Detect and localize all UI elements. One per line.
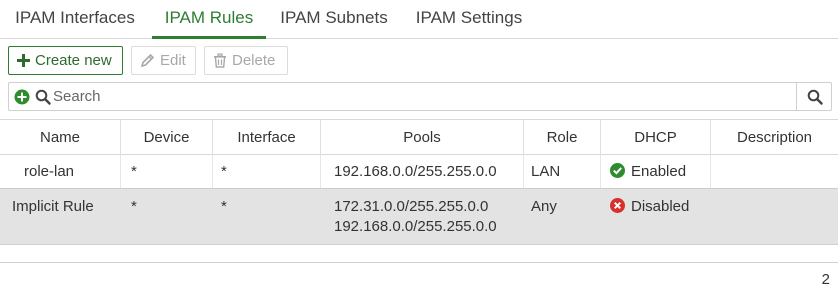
column-header-description[interactable]: Description: [711, 120, 838, 155]
column-header-dhcp[interactable]: DHCP: [601, 120, 711, 155]
pool-entry: 192.168.0.0/255.255.0.0: [334, 218, 497, 235]
tab-ipam-interfaces[interactable]: IPAM Interfaces: [8, 0, 142, 39]
add-filter-icon[interactable]: [14, 89, 30, 105]
column-header-interface[interactable]: Interface: [213, 120, 321, 155]
pool-entry: 172.31.0.0/255.255.0.0: [334, 198, 489, 215]
delete-label: Delete: [232, 52, 276, 69]
table-row[interactable]: role-lan * * 192.168.0.0/255.255.0.0 LAN…: [0, 155, 838, 189]
table-row[interactable]: Implicit Rule * * 172.31.0.0/255.255.0.0…: [0, 189, 838, 245]
cell-name: role-lan: [0, 155, 121, 188]
plus-icon: [17, 53, 30, 67]
cell-description: [711, 189, 838, 197]
column-header-role[interactable]: Role: [524, 120, 601, 155]
column-header-device[interactable]: Device: [121, 120, 213, 155]
tab-ipam-subnets[interactable]: IPAM Subnets: [276, 0, 392, 39]
edit-label: Edit: [160, 52, 186, 69]
cell-name: Implicit Rule: [12, 198, 94, 215]
row-count: 2: [821, 271, 830, 288]
search-input[interactable]: [53, 85, 793, 108]
pencil-icon: [140, 53, 155, 67]
cell-dhcp: Enabled: [601, 155, 711, 188]
cell-description: [711, 155, 838, 188]
cell-interface: *: [221, 198, 227, 215]
table-footer: 2: [0, 262, 838, 295]
x-circle-icon: [610, 197, 625, 213]
create-new-label: Create new: [35, 52, 112, 69]
cell-device: *: [121, 155, 213, 188]
cell-device: *: [131, 198, 137, 215]
delete-button[interactable]: Delete: [204, 46, 288, 75]
cell-role: LAN: [524, 155, 601, 188]
cell-interface: *: [213, 155, 321, 188]
check-circle-icon: [610, 162, 625, 178]
tab-bar: IPAM Interfaces IPAM Rules IPAM Subnets …: [0, 0, 838, 39]
column-header-name[interactable]: Name: [0, 120, 121, 155]
cell-dhcp: Disabled: [601, 189, 711, 217]
cell-pools: 172.31.0.0/255.255.0.0 192.168.0.0/255.2…: [321, 189, 524, 237]
search-icon: [807, 89, 823, 105]
toolbar: Create new Edit Delete: [0, 39, 838, 81]
edit-button[interactable]: Edit: [131, 46, 196, 75]
column-header-pools[interactable]: Pools: [321, 120, 524, 155]
dhcp-status-text: Disabled: [631, 198, 690, 215]
cell-pools: 192.168.0.0/255.255.0.0: [321, 155, 524, 188]
search-icon: [35, 89, 51, 105]
search-bar: [8, 82, 832, 111]
table-header: Name Device Interface Pools Role DHCP De…: [0, 119, 838, 155]
create-new-button[interactable]: Create new: [8, 46, 123, 75]
cell-role: Any: [531, 198, 557, 215]
dhcp-status-text: Enabled: [631, 163, 687, 180]
tab-ipam-settings[interactable]: IPAM Settings: [408, 0, 530, 39]
tab-ipam-rules[interactable]: IPAM Rules: [152, 0, 266, 39]
trash-icon: [214, 52, 226, 68]
search-button[interactable]: [796, 83, 831, 110]
